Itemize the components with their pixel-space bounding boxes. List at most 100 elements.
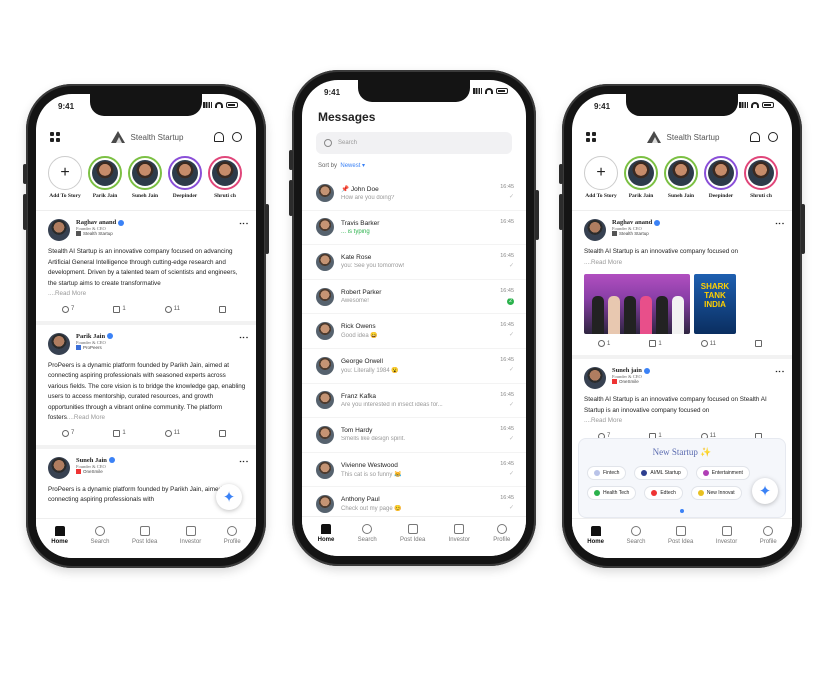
share-button[interactable]	[754, 340, 762, 347]
message-row[interactable]: Vivienne Westwood This cat is so funny 😹 1…	[302, 453, 526, 488]
nav-profile[interactable]: Profile	[224, 526, 241, 545]
story-item[interactable]: Parik Jain	[88, 156, 122, 208]
avatar[interactable]	[48, 332, 70, 355]
sparkle-icon: ✦	[758, 483, 772, 500]
category-chip[interactable]: Fintech	[587, 466, 627, 480]
more-options-icon[interactable]: ⋮	[239, 219, 249, 228]
plus-icon: +	[48, 156, 82, 190]
nav-home[interactable]: Home	[587, 526, 604, 545]
nav-post-idea[interactable]: Post Idea	[668, 526, 693, 545]
story-item[interactable]: Deepinder	[704, 156, 738, 208]
comment-button[interactable]: 7	[62, 429, 74, 437]
nav-search[interactable]: Search	[90, 526, 109, 545]
like-button[interactable]: 11	[164, 305, 180, 313]
read-more-link[interactable]: ....Read More	[48, 290, 86, 297]
repost-button[interactable]: 1	[113, 305, 126, 313]
bell-icon[interactable]	[750, 132, 760, 142]
more-options-icon[interactable]: ⋮	[239, 333, 249, 342]
nav-post-idea[interactable]: Post Idea	[132, 526, 157, 545]
share-button[interactable]	[218, 429, 226, 437]
post-author[interactable]: Raghav anand	[76, 219, 125, 226]
menu-grid-icon[interactable]	[586, 132, 596, 142]
message-row[interactable]: Robert Parker Awesome! 16:45 2	[302, 280, 526, 315]
avatar[interactable]	[584, 219, 606, 241]
story-item[interactable]: Suneh Jain	[128, 156, 162, 208]
nav-search[interactable]: Search	[358, 524, 377, 543]
story-item[interactable]: Suneh Jain	[664, 156, 698, 208]
nav-home[interactable]: Home	[51, 526, 68, 545]
add-square-icon	[675, 526, 686, 536]
story-item[interactable]: Deepinder	[168, 156, 202, 208]
message-row[interactable]: Travis Barker... is typing 16:45	[302, 211, 526, 246]
avatar	[316, 460, 334, 479]
category-chip[interactable]: New Innovat	[690, 486, 742, 500]
story-add[interactable]: + Add To Story	[48, 156, 82, 208]
ai-sparkle-button[interactable]: ✦	[752, 478, 778, 504]
post-text: Stealth AI Startup is an innovative comp…	[584, 396, 767, 424]
message-row[interactable]: Franz Kafka Are you interested in insect …	[302, 384, 526, 419]
message-row[interactable]: Anthony Paul Check out my page 😊 16:45 ✓	[302, 487, 526, 516]
story-item[interactable]: Shruti ch	[208, 156, 242, 208]
repost-button[interactable]: 1	[113, 429, 126, 437]
repost-button[interactable]: 1	[649, 340, 662, 347]
more-options-icon[interactable]: ⋮	[775, 367, 785, 376]
nav-profile[interactable]: Profile	[493, 524, 510, 543]
post-image-shark-tank[interactable]: SHARK TANK INDIA	[694, 274, 736, 334]
read-more-link[interactable]: ....Read More	[584, 417, 622, 424]
read-more-link[interactable]: ....Read More	[584, 259, 622, 266]
story-item[interactable]: Shruti ch	[744, 156, 778, 208]
bottom-nav: Home Search Post Idea Investor Profile	[572, 518, 792, 558]
post-author[interactable]: Suneh Jain	[76, 457, 115, 464]
share-button[interactable]	[218, 305, 226, 313]
post-author[interactable]: Raghav anand	[612, 219, 661, 226]
message-preview: ... is typing	[341, 228, 370, 235]
message-row[interactable]: Tom Hardy Smells like design spirit. 16:45…	[302, 418, 526, 453]
nav-search[interactable]: Search	[626, 526, 645, 545]
top-bar: Stealth Startup	[36, 122, 256, 152]
comment-button[interactable]: 1	[598, 340, 610, 347]
avatar[interactable]	[48, 456, 70, 479]
message-row[interactable]: 📌 John Doe How are you doing? 16:45 ✓	[302, 176, 526, 211]
bell-icon[interactable]	[214, 132, 224, 142]
search-placeholder: Search	[338, 140, 358, 146]
more-options-icon[interactable]: ⋮	[775, 219, 785, 228]
share-icon	[754, 340, 762, 347]
avatar[interactable]	[584, 367, 606, 389]
story-add[interactable]: + Add To Story	[584, 156, 618, 208]
comment-button[interactable]: 7	[62, 305, 74, 313]
chat-icon[interactable]	[768, 132, 778, 142]
chat-icon[interactable]	[232, 132, 242, 142]
more-options-icon[interactable]: ⋮	[239, 457, 249, 466]
message-row[interactable]: Rick Owens Good idea 😄 16:45 ✓	[302, 314, 526, 349]
category-chip[interactable]: AI/ML Startup	[634, 466, 688, 480]
story-item[interactable]: Parik Jain	[624, 156, 658, 208]
search-input[interactable]: Search	[316, 132, 512, 154]
read-more-link[interactable]: ....Read More	[67, 414, 105, 421]
nav-investor[interactable]: Investor	[716, 526, 737, 545]
message-time: 16:45	[500, 218, 514, 225]
nav-investor[interactable]: Investor	[180, 526, 201, 545]
avatar	[316, 495, 334, 514]
message-sender: Robert Parker	[341, 289, 382, 297]
like-button[interactable]: 11	[700, 340, 716, 347]
share-icon	[218, 305, 226, 313]
category-chip[interactable]: Edtech	[644, 486, 683, 500]
message-row[interactable]: Kate Rose you: See you tomorrow! 16:45 ✓	[302, 245, 526, 280]
category-icon	[594, 490, 600, 496]
nav-post-idea[interactable]: Post Idea	[400, 524, 425, 543]
post-image-group-photo[interactable]	[584, 274, 690, 334]
nav-investor[interactable]: Investor	[449, 524, 470, 543]
avatar[interactable]	[48, 219, 70, 241]
message-row[interactable]: George Orwell you: Literally 1984 😮 16:45 ✓	[302, 349, 526, 384]
search-icon	[362, 524, 373, 534]
category-chip[interactable]: Health Tech	[587, 486, 637, 500]
menu-grid-icon[interactable]	[50, 132, 60, 142]
ai-sparkle-button[interactable]: ✦	[216, 484, 242, 510]
post-author[interactable]: Parik Jain	[76, 333, 114, 340]
post-author[interactable]: Suneh jain	[612, 367, 650, 374]
sort-dropdown[interactable]: Newest ▾	[340, 163, 365, 169]
nav-profile[interactable]: Profile	[760, 526, 777, 545]
category-chip[interactable]: Entertainment	[695, 466, 750, 480]
like-button[interactable]: 11	[164, 429, 180, 437]
nav-home[interactable]: Home	[318, 524, 334, 543]
